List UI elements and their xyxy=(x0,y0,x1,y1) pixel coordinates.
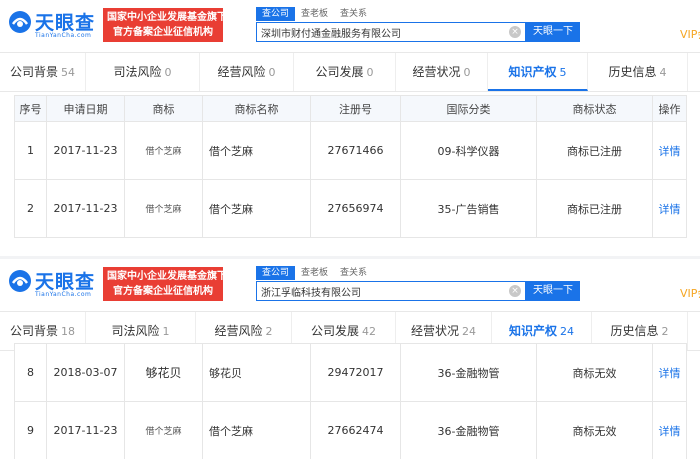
search-input[interactable] xyxy=(257,282,525,300)
banner-line-1: 国家中小企业发展基金旗下 xyxy=(107,12,227,23)
tab-business-status[interactable]: 经营状况 0 xyxy=(396,53,488,91)
cell-mark-name: 借个芝麻 xyxy=(202,179,311,238)
cell-status: 商标无效 xyxy=(536,401,653,459)
col-header-name: 商标名称 xyxy=(202,95,311,122)
trademark-image[interactable]: 借个芝麻 xyxy=(124,401,203,459)
search-box: × xyxy=(256,22,526,42)
cell-mark-name: 借个芝麻 xyxy=(202,121,311,180)
search-input[interactable] xyxy=(257,23,525,41)
col-header-action: 操作 xyxy=(652,95,687,122)
logo-text: 天眼查 xyxy=(35,12,96,34)
search-tab-relation[interactable]: 查关系 xyxy=(334,7,373,21)
col-header-date: 申请日期 xyxy=(46,95,125,122)
detail-link[interactable]: 详情 xyxy=(652,401,687,459)
cell-mark-name: 借个芝麻 xyxy=(202,401,311,459)
tab-history[interactable]: 历史信息 4 xyxy=(588,53,688,91)
logo-text: 天眼查 xyxy=(35,271,96,293)
trademark-table: 序号 申请日期 商标 商标名称 注册号 国际分类 商标状态 操作 1 2017-… xyxy=(14,95,687,238)
clear-icon[interactable]: × xyxy=(509,26,521,38)
cell-class: 36-金融物管 xyxy=(400,401,537,459)
site-header: 天眼查 TianYanCha.com 国家中小企业发展基金旗下 官方备案企业征信… xyxy=(0,0,700,52)
trademark-image[interactable]: 借个芝麻 xyxy=(124,121,203,180)
cell-date: 2017-11-23 xyxy=(46,401,125,459)
tab-intellectual-property[interactable]: 知识产权 5 xyxy=(488,53,588,91)
cell-date: 2018-03-07 xyxy=(46,343,125,402)
cell-class: 09-科学仪器 xyxy=(400,121,537,180)
trademark-table: 8 2018-03-07 够花贝 够花贝 29472017 36-金融物管 商标… xyxy=(14,343,687,459)
trademark-image[interactable]: 借个芝麻 xyxy=(124,179,203,238)
vip-link[interactable]: VIP会 xyxy=(680,285,700,301)
site-logo[interactable]: 天眼查 TianYanCha.com xyxy=(8,8,100,42)
cell-no: 2 xyxy=(14,179,47,238)
cell-reg-no: 29472017 xyxy=(310,343,401,402)
tianyancha-logo-icon xyxy=(9,270,31,292)
trademark-image[interactable]: 够花贝 xyxy=(124,343,203,402)
cell-date: 2017-11-23 xyxy=(46,179,125,238)
table-row: 1 2017-11-23 借个芝麻 借个芝麻 27671466 09-科学仪器 … xyxy=(14,121,687,180)
cell-class: 36-金融物管 xyxy=(400,343,537,402)
site-header: 天眼查 TianYanCha.com 国家中小企业发展基金旗下 官方备案企业征信… xyxy=(0,259,700,311)
search-tab-company[interactable]: 查公司 xyxy=(256,7,296,21)
search-box: × xyxy=(256,281,526,301)
detail-link[interactable]: 详情 xyxy=(652,343,687,402)
col-header-mark: 商标 xyxy=(124,95,203,122)
promo-banner[interactable]: 国家中小企业发展基金旗下 官方备案企业征信机构 xyxy=(103,8,227,42)
cell-no: 8 xyxy=(14,343,47,402)
col-header-status: 商标状态 xyxy=(536,95,653,122)
tab-company-development[interactable]: 公司发展 0 xyxy=(294,53,396,91)
table-row: 2 2017-11-23 借个芝麻 借个芝麻 27656974 35-广告销售 … xyxy=(14,179,687,238)
cell-date: 2017-11-23 xyxy=(46,121,125,180)
cell-no: 1 xyxy=(14,121,47,180)
logo-subtitle: TianYanCha.com xyxy=(35,32,92,39)
detail-link[interactable]: 详情 xyxy=(652,121,687,180)
cell-status: 商标已注册 xyxy=(536,179,653,238)
banner-line-1: 国家中小企业发展基金旗下 xyxy=(107,271,227,282)
col-header-class: 国际分类 xyxy=(400,95,537,122)
table-header-row: 序号 申请日期 商标 商标名称 注册号 国际分类 商标状态 操作 xyxy=(14,95,687,122)
table-row: 8 2018-03-07 够花贝 够花贝 29472017 36-金融物管 商标… xyxy=(14,343,687,402)
tianyancha-logo-icon xyxy=(9,11,31,33)
cell-reg-no: 27656974 xyxy=(310,179,401,238)
cell-mark-name: 够花贝 xyxy=(202,343,311,402)
search-button[interactable]: 天眼一下 xyxy=(526,22,580,42)
cell-status: 商标已注册 xyxy=(536,121,653,180)
cell-status: 商标无效 xyxy=(536,343,653,402)
cell-no: 9 xyxy=(14,401,47,459)
search-tab-boss[interactable]: 查老板 xyxy=(295,7,334,21)
screenshot-panel-2: 天眼查 TianYanCha.com 国家中小企业发展基金旗下 官方备案企业征信… xyxy=(0,259,700,459)
clear-icon[interactable]: × xyxy=(509,285,521,297)
search-tab-company[interactable]: 查公司 xyxy=(256,266,296,280)
company-tabs: 公司背景 54 司法风险 0 经营风险 0 公司发展 0 经营状况 0 知识产权 5 历史信… xyxy=(0,52,700,92)
logo-subtitle: TianYanCha.com xyxy=(35,291,92,298)
vip-link[interactable]: VIP会 xyxy=(680,26,700,42)
banner-line-2: 官方备案企业征信机构 xyxy=(113,27,213,38)
col-header-reg: 注册号 xyxy=(310,95,401,122)
screenshot-panel-1: 天眼查 TianYanCha.com 国家中小企业发展基金旗下 官方备案企业征信… xyxy=(0,0,700,256)
cell-class: 35-广告销售 xyxy=(400,179,537,238)
promo-banner[interactable]: 国家中小企业发展基金旗下 官方备案企业征信机构 xyxy=(103,267,227,301)
col-header-no: 序号 xyxy=(14,95,47,122)
search-type-tabs: 查公司 查老板 查关系 xyxy=(256,7,373,21)
cell-reg-no: 27662474 xyxy=(310,401,401,459)
search-type-tabs: 查公司 查老板 查关系 xyxy=(256,266,373,280)
search-tab-boss[interactable]: 查老板 xyxy=(295,266,334,280)
tab-legal-risk[interactable]: 司法风险 0 xyxy=(86,53,200,91)
detail-link[interactable]: 详情 xyxy=(652,179,687,238)
search-tab-relation[interactable]: 查关系 xyxy=(334,266,373,280)
banner-line-2: 官方备案企业征信机构 xyxy=(113,286,213,297)
tab-operation-risk[interactable]: 经营风险 0 xyxy=(200,53,294,91)
tab-company-background[interactable]: 公司背景 54 xyxy=(0,53,86,91)
search-button[interactable]: 天眼一下 xyxy=(526,281,580,301)
cell-reg-no: 27671466 xyxy=(310,121,401,180)
site-logo[interactable]: 天眼查 TianYanCha.com xyxy=(8,267,100,301)
table-row: 9 2017-11-23 借个芝麻 借个芝麻 27662474 36-金融物管 … xyxy=(14,401,687,459)
